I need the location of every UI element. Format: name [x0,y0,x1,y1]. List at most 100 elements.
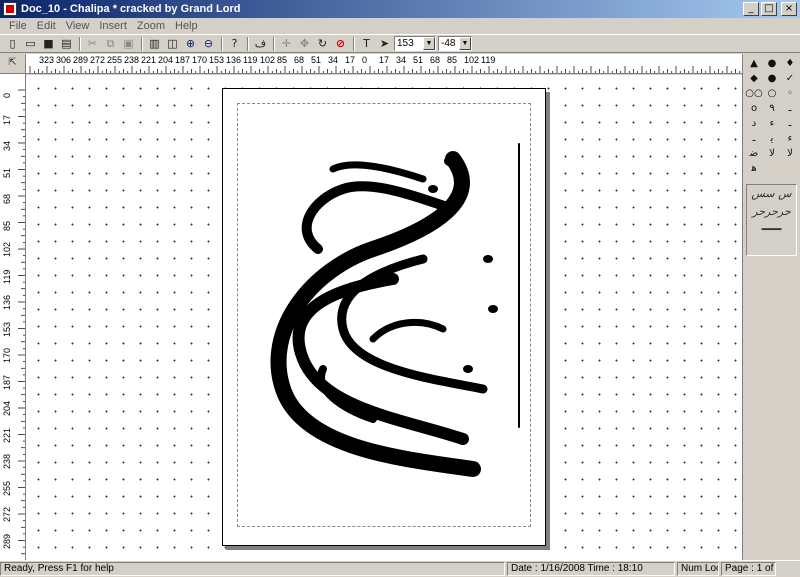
layers-icon[interactable]: ◫ [164,36,181,52]
ruler-label: 85 [447,55,458,65]
font-icon[interactable]: ف [252,36,269,52]
zoom-in-icon[interactable]: ⊕ [182,36,199,52]
glyph-cell[interactable]: ﻻ [763,146,781,161]
save-icon[interactable]: ■ [40,36,57,52]
print-icon[interactable]: ▤ [58,36,75,52]
ruler-label: 17 [2,114,12,125]
ruler-label: 34 [328,55,339,65]
size-select[interactable]: 153 ▼ [394,36,436,51]
ruler-label: 289 [73,55,89,65]
chevron-down-icon[interactable]: ▼ [423,37,435,50]
ruler-label: 85 [2,220,12,231]
calligraphy-dot [488,305,498,313]
ruler-label: 221 [141,55,157,65]
ruler-label: 170 [192,55,208,65]
calligraphy-stroke [329,161,427,183]
glyph-cell[interactable]: ﯾ [763,131,781,146]
open-folder-icon[interactable]: ▭ [22,36,39,52]
ruler-label: 323 [39,55,55,65]
title-bar[interactable]: Doc_10 - Chalipa * cracked by Grand Lord… [0,0,800,18]
glyph-cell[interactable]: ○○ [745,86,763,101]
document-page[interactable] [222,88,546,546]
ruler-label: 119 [243,55,258,65]
chevron-down-icon[interactable]: ▼ [459,37,471,50]
glyph-cell[interactable]: ﻫ [745,161,763,176]
glyph-cell[interactable]: ﺿ [745,146,763,161]
status-numlock: Num Lock [677,562,719,576]
menu-help[interactable]: Help [170,20,203,32]
menu-view[interactable]: View [61,20,95,32]
toolbar-separator [353,36,355,51]
calligraphy-dot [463,365,473,373]
toolbar-separator [79,36,81,51]
ruler-label: 204 [158,55,174,65]
ruler-label: 17 [345,55,356,65]
menu-file[interactable]: File [4,20,32,32]
ruler-label: 102 [464,55,480,65]
minimize-button[interactable]: _ [743,2,759,16]
app-icon[interactable] [3,2,17,16]
glyph-cell[interactable]: ء [763,116,781,131]
page-icon[interactable]: ▥ [146,36,163,52]
close-button[interactable]: × [781,2,797,16]
stop-icon[interactable]: ⊘ [332,36,349,52]
app-window: Doc_10 - Chalipa * cracked by Grand Lord… [0,0,800,577]
glyph-cell[interactable]: ٩ [763,101,781,116]
maximize-button[interactable]: □ [761,2,777,16]
stroke-sample[interactable]: ━━━ [747,221,796,239]
pointer-icon[interactable]: ➤ [376,36,393,52]
glyph-cell[interactable]: ♦ [781,56,799,71]
glyph-cell[interactable]: ـ [745,131,763,146]
new-document-icon[interactable]: ▯ [4,36,21,52]
paste-icon[interactable]: ▣ [120,36,137,52]
glyph-cell[interactable]: ◆ [745,71,763,86]
drawing-canvas[interactable] [26,75,742,560]
cut-icon[interactable]: ✂ [84,36,101,52]
calligraphy-dot [444,155,462,167]
text-tool-icon[interactable]: T [358,36,375,52]
calligraphy-artwork[interactable] [223,89,547,547]
stroke-samples[interactable]: س سس حرحرحر ━━━ [746,184,797,256]
glyph-cell[interactable]: ○ [763,86,781,101]
stroke-sample[interactable]: س سس [747,185,796,203]
glyph-cell[interactable]: ء [781,131,799,146]
ruler-label: 68 [430,55,441,65]
glyph-cell[interactable]: ـ [781,101,799,116]
stroke-sample[interactable]: حرحرحر [747,203,796,221]
ruler-label: 51 [2,167,12,178]
glyph-cell[interactable]: ـ [781,116,799,131]
ruler-label: 51 [413,55,424,65]
ruler-label: 153 [2,321,12,337]
ruler-label: 204 [2,400,12,416]
angle-value: -48 [441,38,456,49]
menu-insert[interactable]: Insert [94,20,132,32]
glyph-cell[interactable]: ο [745,101,763,116]
zoom-out-icon[interactable]: ⊖ [200,36,217,52]
ruler-label: 68 [2,193,12,204]
help-icon[interactable]: ? [226,36,243,52]
rotate-icon[interactable]: ↻ [314,36,331,52]
ruler-label: 238 [124,55,140,65]
transform-icon[interactable]: ✥ [296,36,313,52]
toolbar-separator [141,36,143,51]
calligraphy-stroke [369,318,447,343]
glyph-cell[interactable]: ◦ [781,86,799,101]
status-page: Page : 1 of 1 [721,562,776,576]
copy-icon[interactable]: ⧉ [102,36,119,52]
menu-zoom[interactable]: Zoom [132,20,170,32]
glyph-cell[interactable]: ● [763,71,781,86]
glyph-cell[interactable]: ▲ [745,56,763,71]
glyph-cell[interactable] [763,161,781,176]
glyph-cell[interactable]: ✓ [781,71,799,86]
ruler-label: 102 [260,55,276,65]
move-icon[interactable]: ✛ [278,36,295,52]
glyph-cell[interactable]: ﺩ [745,116,763,131]
ruler-label: 102 [2,241,12,257]
glyph-cell[interactable] [781,161,799,176]
angle-select[interactable]: -48 ▼ [438,36,472,51]
menu-edit[interactable]: Edit [32,20,61,32]
glyph-cell[interactable]: ● [763,56,781,71]
ruler-origin-icon[interactable]: ⇱ [0,54,26,74]
menu-bar: File Edit View Insert Zoom Help [0,18,800,34]
glyph-cell[interactable]: ﻻ [781,146,799,161]
